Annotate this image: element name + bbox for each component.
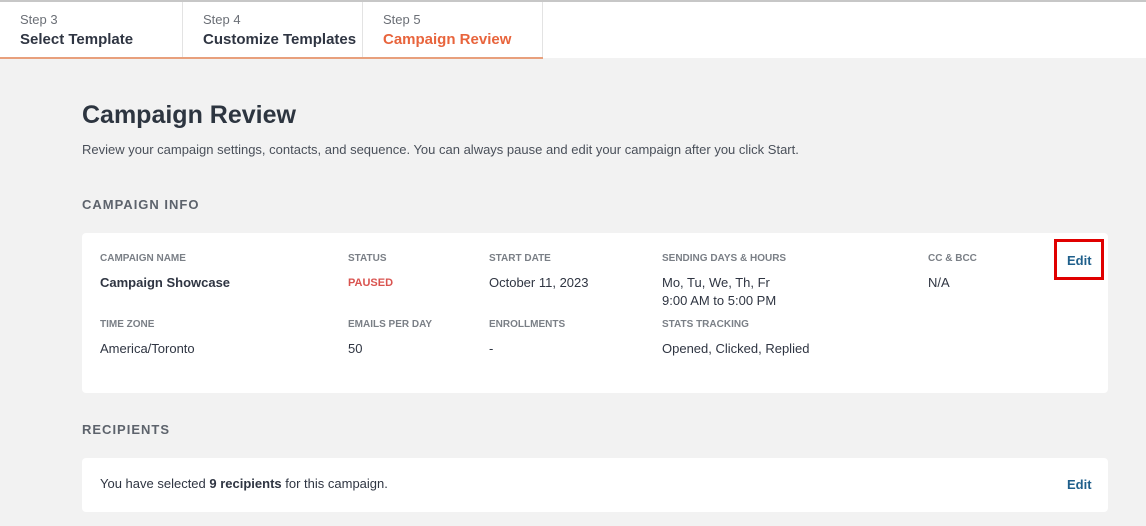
field-label: STATS TRACKING <box>662 319 749 330</box>
field-cc-bcc: CC & BCC N/A <box>928 253 977 292</box>
recipients-count: 9 recipients <box>209 476 282 491</box>
edit-highlight-box <box>1054 239 1104 280</box>
field-value: Campaign Showcase <box>100 275 231 290</box>
field-time-zone: TIME ZONE America/Toronto <box>100 319 195 358</box>
recipients-text-after: for this campaign. <box>281 476 388 491</box>
step-number: Step 3 <box>20 12 58 27</box>
status-badge: PAUSED <box>348 277 394 289</box>
step-number: Step 5 <box>383 12 421 27</box>
field-value-hours: 9:00 AM to 5:00 PM <box>662 293 777 308</box>
field-value: America/Toronto <box>100 341 195 356</box>
recipients-text-before: You have selected <box>100 476 210 491</box>
page-title: Campaign Review <box>82 101 296 129</box>
field-start-date: START DATE October 11, 2023 <box>489 253 589 292</box>
field-value: Mo, Tu, We, Th, Fr <box>662 275 770 290</box>
field-status: STATUS PAUSED <box>348 253 393 292</box>
field-label: STATUS <box>348 253 387 264</box>
step-title: Select Template <box>20 31 134 48</box>
field-value: October 11, 2023 <box>489 275 589 290</box>
step-title: Customize Templates <box>203 31 357 48</box>
active-step-underline <box>0 57 543 59</box>
field-label: START DATE <box>489 253 551 264</box>
step-campaign-review[interactable]: Step 5 Campaign Review <box>363 2 543 58</box>
field-label: CAMPAIGN NAME <box>100 253 186 264</box>
field-label: TIME ZONE <box>100 319 155 330</box>
field-label: ENROLLMENTS <box>489 319 566 330</box>
field-value: 50 <box>348 341 363 356</box>
field-label: EMAILS PER DAY <box>348 319 433 330</box>
wizard-step-bar: Step 3 Select Template Step 4 Customize … <box>0 2 1146 59</box>
step-select-template[interactable]: Step 3 Select Template <box>0 2 183 58</box>
field-emails-per-day: EMAILS PER DAY 50 <box>348 319 432 358</box>
campaign-info-card: CAMPAIGN NAME Campaign Showcase STATUS P… <box>82 233 1108 393</box>
field-label: CC & BCC <box>928 253 977 264</box>
step-customize-templates[interactable]: Step 4 Customize Templates <box>183 2 363 58</box>
field-label: SENDING DAYS & HOURS <box>662 253 787 264</box>
campaign-info-heading: CAMPAIGN INFO <box>82 197 200 212</box>
field-stats-tracking: STATS TRACKING Opened, Clicked, Replied <box>662 319 809 358</box>
field-value: - <box>489 341 494 356</box>
field-enrollments: ENROLLMENTS - <box>489 319 565 358</box>
field-value: Opened, Clicked, Replied <box>662 341 810 356</box>
recipients-edit-button[interactable]: Edit <box>1067 477 1092 492</box>
field-campaign-name: CAMPAIGN NAME Campaign Showcase <box>100 253 230 292</box>
step-title: Campaign Review <box>383 31 512 48</box>
recipients-card: You have selected 9 recipients for this … <box>82 458 1108 512</box>
page-description: Review your campaign settings, contacts,… <box>82 142 799 157</box>
recipients-summary: You have selected 9 recipients for this … <box>100 476 388 492</box>
step-number: Step 4 <box>203 12 241 27</box>
field-value: N/A <box>928 275 950 290</box>
recipients-heading: RECIPIENTS <box>82 422 171 437</box>
field-sending-days-hours: SENDING DAYS & HOURS Mo, Tu, We, Th, Fr … <box>662 253 786 310</box>
